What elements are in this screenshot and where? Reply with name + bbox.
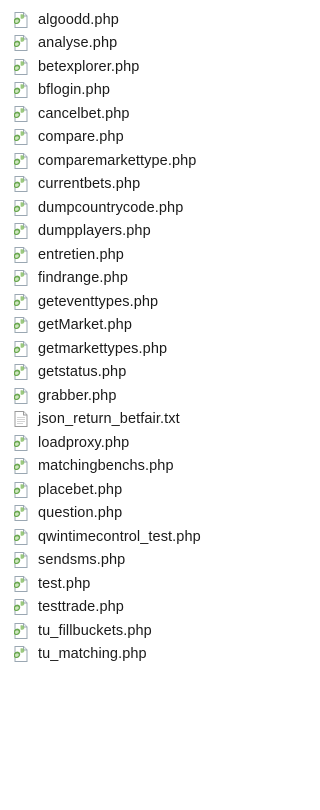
file-name: entretien.php bbox=[38, 246, 124, 263]
file-item[interactable]: dumpcountrycode.php bbox=[0, 196, 281, 220]
file-item[interactable]: tu_fillbuckets.php bbox=[0, 619, 281, 643]
php-file-icon bbox=[12, 504, 30, 522]
file-item[interactable]: tu_matching.php bbox=[0, 643, 281, 667]
file-name: tu_matching.php bbox=[38, 646, 147, 663]
file-name: question.php bbox=[38, 505, 123, 522]
file-item[interactable]: analyse.php bbox=[0, 32, 281, 56]
file-item[interactable]: placebet.php bbox=[0, 478, 281, 502]
file-name: comparemarkettype.php bbox=[38, 152, 197, 169]
file-item[interactable]: testtrade.php bbox=[0, 596, 281, 620]
file-name: bflogin.php bbox=[38, 82, 111, 99]
file-item[interactable]: getMarket.php bbox=[0, 314, 281, 338]
file-name: tu_fillbuckets.php bbox=[38, 622, 152, 639]
file-item[interactable]: geteventtypes.php bbox=[0, 290, 281, 314]
php-file-icon bbox=[12, 363, 30, 381]
php-file-icon bbox=[12, 457, 30, 475]
file-name: getmarkettypes.php bbox=[38, 340, 168, 357]
text-file-icon bbox=[12, 410, 30, 428]
file-item[interactable]: compare.php bbox=[0, 126, 281, 150]
php-file-icon bbox=[12, 58, 30, 76]
php-file-icon bbox=[12, 199, 30, 217]
file-name: loadproxy.php bbox=[38, 434, 130, 451]
php-file-icon bbox=[12, 575, 30, 593]
file-item[interactable]: cancelbet.php bbox=[0, 102, 281, 126]
php-file-icon bbox=[12, 175, 30, 193]
file-name: grabber.php bbox=[38, 387, 117, 404]
file-item[interactable]: entretien.php bbox=[0, 243, 281, 267]
file-item[interactable]: getstatus.php bbox=[0, 361, 281, 385]
file-name: compare.php bbox=[38, 129, 124, 146]
php-file-icon bbox=[12, 105, 30, 123]
php-file-icon bbox=[12, 622, 30, 640]
file-item[interactable]: qwintimecontrol_test.php bbox=[0, 525, 281, 549]
file-item[interactable]: comparemarkettype.php bbox=[0, 149, 281, 173]
php-file-icon bbox=[12, 128, 30, 146]
file-item[interactable]: test.php bbox=[0, 572, 281, 596]
file-item[interactable]: json_return_betfair.txt bbox=[0, 408, 281, 432]
php-file-icon bbox=[12, 645, 30, 663]
php-file-icon bbox=[12, 434, 30, 452]
file-item[interactable]: dumpplayers.php bbox=[0, 220, 281, 244]
php-file-icon bbox=[12, 598, 30, 616]
file-name: dumpcountrycode.php bbox=[38, 199, 184, 216]
file-name: testtrade.php bbox=[38, 599, 124, 616]
php-file-icon bbox=[12, 81, 30, 99]
file-name: qwintimecontrol_test.php bbox=[38, 528, 201, 545]
file-item[interactable]: findrange.php bbox=[0, 267, 281, 291]
file-name: matchingbenchs.php bbox=[38, 458, 174, 475]
file-name: cancelbet.php bbox=[38, 105, 130, 122]
php-file-icon bbox=[12, 316, 30, 334]
php-file-icon bbox=[12, 11, 30, 29]
php-file-icon bbox=[12, 246, 30, 264]
file-item[interactable]: matchingbenchs.php bbox=[0, 455, 281, 479]
php-file-icon bbox=[12, 387, 30, 405]
file-name: algoodd.php bbox=[38, 11, 119, 28]
file-name: geteventtypes.php bbox=[38, 293, 159, 310]
file-name: placebet.php bbox=[38, 481, 123, 498]
php-file-icon bbox=[12, 293, 30, 311]
file-list: algoodd.php analyse.php betexplorer.php … bbox=[0, 0, 281, 810]
php-file-icon bbox=[12, 340, 30, 358]
file-name: json_return_betfair.txt bbox=[38, 411, 180, 428]
file-name: test.php bbox=[38, 575, 91, 592]
php-file-icon bbox=[12, 481, 30, 499]
file-item[interactable]: currentbets.php bbox=[0, 173, 281, 197]
php-file-icon bbox=[12, 34, 30, 52]
php-file-icon bbox=[12, 551, 30, 569]
file-item[interactable]: sendsms.php bbox=[0, 549, 281, 573]
file-name: betexplorer.php bbox=[38, 58, 140, 75]
php-file-icon bbox=[12, 269, 30, 287]
file-item[interactable]: algoodd.php bbox=[0, 8, 281, 32]
file-item[interactable]: grabber.php bbox=[0, 384, 281, 408]
file-name: sendsms.php bbox=[38, 552, 126, 569]
file-item[interactable]: loadproxy.php bbox=[0, 431, 281, 455]
file-item[interactable]: bflogin.php bbox=[0, 79, 281, 103]
file-item[interactable]: getmarkettypes.php bbox=[0, 337, 281, 361]
file-name: currentbets.php bbox=[38, 176, 141, 193]
file-name: analyse.php bbox=[38, 35, 118, 52]
file-name: getMarket.php bbox=[38, 317, 132, 334]
file-item[interactable]: betexplorer.php bbox=[0, 55, 281, 79]
file-name: findrange.php bbox=[38, 270, 128, 287]
file-name: getstatus.php bbox=[38, 364, 127, 381]
php-file-icon bbox=[12, 152, 30, 170]
php-file-icon bbox=[12, 528, 30, 546]
file-item[interactable]: question.php bbox=[0, 502, 281, 526]
php-file-icon bbox=[12, 222, 30, 240]
file-name: dumpplayers.php bbox=[38, 223, 151, 240]
